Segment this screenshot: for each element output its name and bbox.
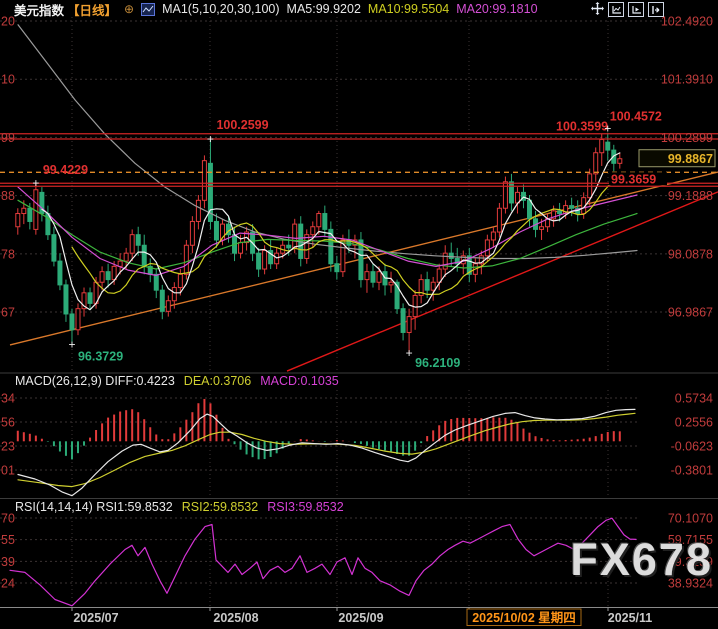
- chart-toolbar: [590, 2, 664, 17]
- trading-app: 100.3599 99.3659 +99.4229 +100.2599 +100.457…: [0, 0, 718, 629]
- svg-text:99.1888: 99.1888: [668, 189, 713, 203]
- crosshair-icon[interactable]: [590, 2, 604, 15]
- svg-text:0.5734: 0.5734: [675, 392, 713, 406]
- macd-hist-value: MACD:0.1035: [260, 374, 339, 388]
- macd-title: MACD(26,12,9) DIFF:0.4223: [15, 374, 175, 388]
- svg-text:20: 20: [1, 15, 15, 29]
- svg-text:98.0878: 98.0878: [668, 247, 713, 261]
- svg-text:01: 01: [1, 463, 15, 477]
- rsi3-value: RSI3:59.8532: [267, 500, 344, 514]
- ma5-value: MA5:99.9202: [286, 2, 361, 16]
- period-label: 【日线】: [67, 3, 118, 18]
- svg-text:101.3910: 101.3910: [661, 73, 713, 87]
- svg-text:39: 39: [1, 555, 15, 569]
- time-axis-label: 2025/08: [213, 611, 258, 625]
- rsi-panel-header: RSI(14,14,14) RSI1:59.8532 RSI2:59.8532 …: [15, 500, 344, 514]
- current-price-tag: 99.8867: [638, 149, 716, 168]
- time-axis-label: 2025/07: [73, 611, 118, 625]
- ma10-value: MA10:99.5504: [367, 2, 450, 16]
- ma20-value: MA20:99.1810: [456, 2, 538, 16]
- swing-marker: +: [207, 132, 214, 146]
- rsi2-value: RSI2:59.8532: [181, 500, 259, 514]
- svg-text:24: 24: [1, 576, 15, 590]
- swing-marker: +: [604, 122, 611, 136]
- zoom-scale-icon[interactable]: [608, 2, 624, 17]
- svg-text:70: 70: [1, 512, 15, 526]
- swing-price-label: 100.2599: [216, 118, 268, 132]
- svg-text:55: 55: [1, 533, 15, 547]
- svg-text:10: 10: [1, 73, 15, 87]
- swing-price-label: 100.4572: [610, 110, 662, 124]
- svg-text:100.3599: 100.3599: [556, 120, 608, 134]
- collapse-icon[interactable]: ⊕: [124, 2, 134, 16]
- svg-text:34: 34: [1, 392, 15, 406]
- swing-marker: +: [68, 337, 75, 351]
- rsi1-title: RSI(14,14,14) RSI1:59.8532: [15, 500, 173, 514]
- svg-text:99.8867: 99.8867: [668, 152, 713, 166]
- svg-text:-0.0623: -0.0623: [671, 440, 713, 454]
- swing-price-label: 96.3729: [78, 349, 123, 363]
- chart-header: 美元指数 【日线】 ⊕ MA1(5,10,20,30,100) MA5:99.92…: [14, 1, 538, 18]
- svg-text:96.9867: 96.9867: [668, 306, 713, 320]
- swing-price-label: 96.2109: [415, 356, 460, 370]
- svg-text:56: 56: [1, 415, 15, 429]
- swing-marker: +: [32, 176, 39, 190]
- svg-text:0.2556: 0.2556: [675, 415, 713, 429]
- pan-right-icon[interactable]: [648, 2, 664, 17]
- svg-text:99: 99: [1, 131, 15, 145]
- ma-indicator-icon[interactable]: [141, 2, 156, 16]
- instrument-name: 美元指数: [14, 3, 65, 18]
- swing-price-label: 99.4229: [43, 163, 88, 177]
- fx678-watermark: FX678: [570, 534, 713, 585]
- macd-panel-header: MACD(26,12,9) DIFF:0.4223 DEA:0.3706 MAC…: [15, 374, 339, 388]
- macd-dea-value: DEA:0.3706: [183, 374, 252, 388]
- ma-params-label: MA1(5,10,20,30,100): [162, 2, 280, 16]
- svg-text:-0.3801: -0.3801: [671, 463, 713, 477]
- svg-text:67: 67: [1, 306, 15, 320]
- playback-icon[interactable]: [628, 2, 644, 17]
- svg-text:88: 88: [1, 189, 15, 203]
- svg-text:100.2899: 100.2899: [661, 131, 713, 145]
- svg-text:70.1070: 70.1070: [668, 512, 713, 526]
- svg-text:99.3659: 99.3659: [611, 172, 656, 186]
- svg-text:102.4920: 102.4920: [661, 15, 713, 29]
- time-axis-label: 2025/09: [338, 611, 383, 625]
- svg-text:78: 78: [1, 247, 15, 261]
- crosshair-date-label: 2025/10/02 星期四: [472, 610, 576, 625]
- time-axis-label: 2025/11: [608, 611, 653, 625]
- swing-marker: +: [406, 346, 413, 360]
- svg-text:23: 23: [1, 440, 15, 454]
